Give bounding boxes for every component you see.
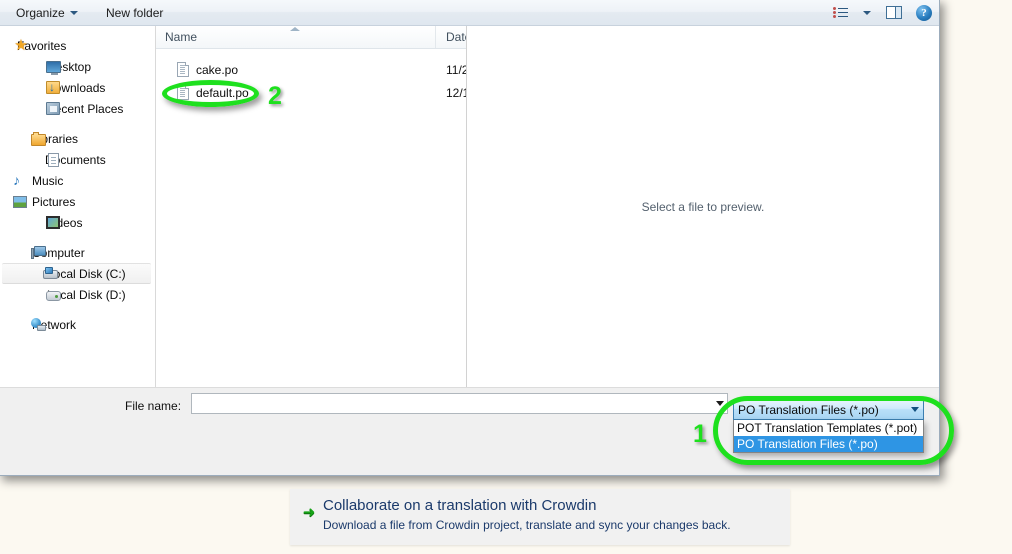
file-name-cell: cake.po <box>196 62 239 77</box>
sort-ascending-icon <box>290 27 300 31</box>
file-name-cell: default.po <box>196 85 249 100</box>
recent-places-icon <box>46 102 60 115</box>
downloads-folder-icon <box>46 80 60 94</box>
computer-icon <box>31 246 46 259</box>
libraries-folder-icon <box>31 131 46 146</box>
file-list-pane[interactable]: Name Date m cake.po 11/26, default.po 12… <box>156 26 467 387</box>
new-folder-label: New folder <box>106 5 164 20</box>
desktop-monitor-icon <box>46 61 61 75</box>
column-header-date-label: Date m <box>446 30 466 44</box>
column-header-name-label: Name <box>165 30 198 44</box>
change-view-button[interactable] <box>825 2 855 23</box>
text-file-icon <box>177 85 189 100</box>
green-arrow-right-icon: ➜ <box>302 503 316 521</box>
column-header-name[interactable]: Name <box>156 26 436 48</box>
star-icon: ★ <box>14 37 28 54</box>
file-type-combobox[interactable]: PO Translation Files (*.po) <box>733 399 924 420</box>
file-date-cell: 11/26, <box>446 62 466 77</box>
toolbar-right-group: ? <box>825 0 939 26</box>
preview-pane-icon <box>886 6 902 19</box>
screenshot-root: Organize New folder ? ★ Favorites Deskto… <box>0 0 1012 554</box>
sidebar-item-music[interactable]: ♪ Music <box>0 170 155 191</box>
sidebar-item-libraries[interactable]: Libraries <box>0 128 155 149</box>
column-header-date-modified[interactable]: Date m <box>437 26 466 48</box>
text-file-icon <box>177 62 189 77</box>
help-icon: ? <box>916 4 932 21</box>
annotation-number-1: 1 <box>693 420 707 448</box>
sidebar-item-network[interactable]: Network <box>0 314 155 335</box>
file-row-cake-po[interactable]: cake.po 11/26, <box>156 60 466 79</box>
file-name-dropdown-button[interactable] <box>712 401 727 406</box>
document-icon <box>48 152 59 167</box>
dialog-toolbar: Organize New folder ? <box>0 0 939 26</box>
crowdin-banner[interactable]: ➜ Collaborate on a translation with Crow… <box>290 489 790 545</box>
change-view-dropdown-button[interactable] <box>855 2 879 23</box>
sidebar-item-label: Local Disk (C:) <box>47 266 126 281</box>
new-folder-button[interactable]: New folder <box>99 2 170 23</box>
view-list-icon <box>832 6 848 19</box>
sidebar-item-videos[interactable]: Videos <box>0 212 155 233</box>
hard-drive-icon <box>46 290 61 301</box>
sidebar-item-desktop[interactable]: Desktop <box>0 56 155 77</box>
nav-group-favorites: ★ Favorites Desktop Downloads Recent Pla… <box>0 35 155 119</box>
preview-pane-button[interactable] <box>879 2 909 23</box>
sidebar-item-computer[interactable]: Computer <box>0 242 155 263</box>
file-type-selected-value: PO Translation Files (*.po) <box>738 402 879 417</box>
crowdin-banner-subtitle: Download a file from Crowdin project, tr… <box>323 518 731 532</box>
system-drive-icon <box>43 267 58 280</box>
sidebar-item-label: Music <box>32 173 64 188</box>
file-date-cell: 12/1/ <box>446 85 466 100</box>
file-type-option-pot[interactable]: POT Translation Templates (*.pot) <box>734 420 923 436</box>
file-name-field[interactable] <box>191 393 728 414</box>
music-note-icon: ♪ <box>13 172 20 188</box>
picture-icon <box>13 196 27 208</box>
sidebar-item-local-disk-d[interactable]: Local Disk (D:) <box>0 284 155 305</box>
sidebar-item-downloads[interactable]: Downloads <box>0 77 155 98</box>
organize-label: Organize <box>16 5 65 20</box>
film-strip-icon <box>46 216 60 229</box>
sidebar-item-recent-places[interactable]: Recent Places <box>0 98 155 119</box>
sidebar-item-label: Pictures <box>32 194 76 209</box>
file-type-option-po[interactable]: PO Translation Files (*.po) <box>734 436 923 452</box>
open-file-dialog: Organize New folder ? ★ Favorites Deskto… <box>0 0 940 476</box>
chevron-down-icon <box>863 10 871 15</box>
sidebar-item-favorites[interactable]: ★ Favorites <box>0 35 155 56</box>
nav-group-libraries: Libraries Documents ♪ Music Pictures Vid… <box>0 128 155 233</box>
sidebar-item-documents[interactable]: Documents <box>0 149 155 170</box>
chevron-down-icon <box>69 10 78 15</box>
navigation-pane[interactable]: ★ Favorites Desktop Downloads Recent Pla… <box>0 26 156 387</box>
file-type-dropdown-list[interactable]: POT Translation Templates (*.pot) PO Tra… <box>733 420 924 453</box>
preview-message: Select a file to preview. <box>641 199 765 214</box>
nav-group-network: Network <box>0 314 155 335</box>
file-name-input[interactable] <box>192 395 712 412</box>
chevron-down-icon <box>910 407 919 412</box>
preview-pane: Select a file to preview. <box>467 26 939 387</box>
file-name-label: File name: <box>125 399 182 413</box>
crowdin-banner-title[interactable]: Collaborate on a translation with Crowdi… <box>323 497 596 514</box>
network-icon <box>31 318 46 331</box>
help-button[interactable]: ? <box>909 2 939 23</box>
file-row-default-po[interactable]: default.po 12/1/ <box>156 83 466 102</box>
sidebar-item-local-disk-c[interactable]: Local Disk (C:) <box>2 263 151 284</box>
column-header-row: Name Date m <box>156 26 466 49</box>
organize-button[interactable]: Organize <box>9 2 85 23</box>
sidebar-item-pictures[interactable]: Pictures <box>0 191 155 212</box>
chevron-down-icon <box>715 401 724 406</box>
file-type-dropdown-button[interactable] <box>906 400 923 419</box>
nav-group-computer: Computer Local Disk (C:) Local Disk (D:) <box>0 242 155 305</box>
annotation-number-2: 2 <box>268 82 282 110</box>
